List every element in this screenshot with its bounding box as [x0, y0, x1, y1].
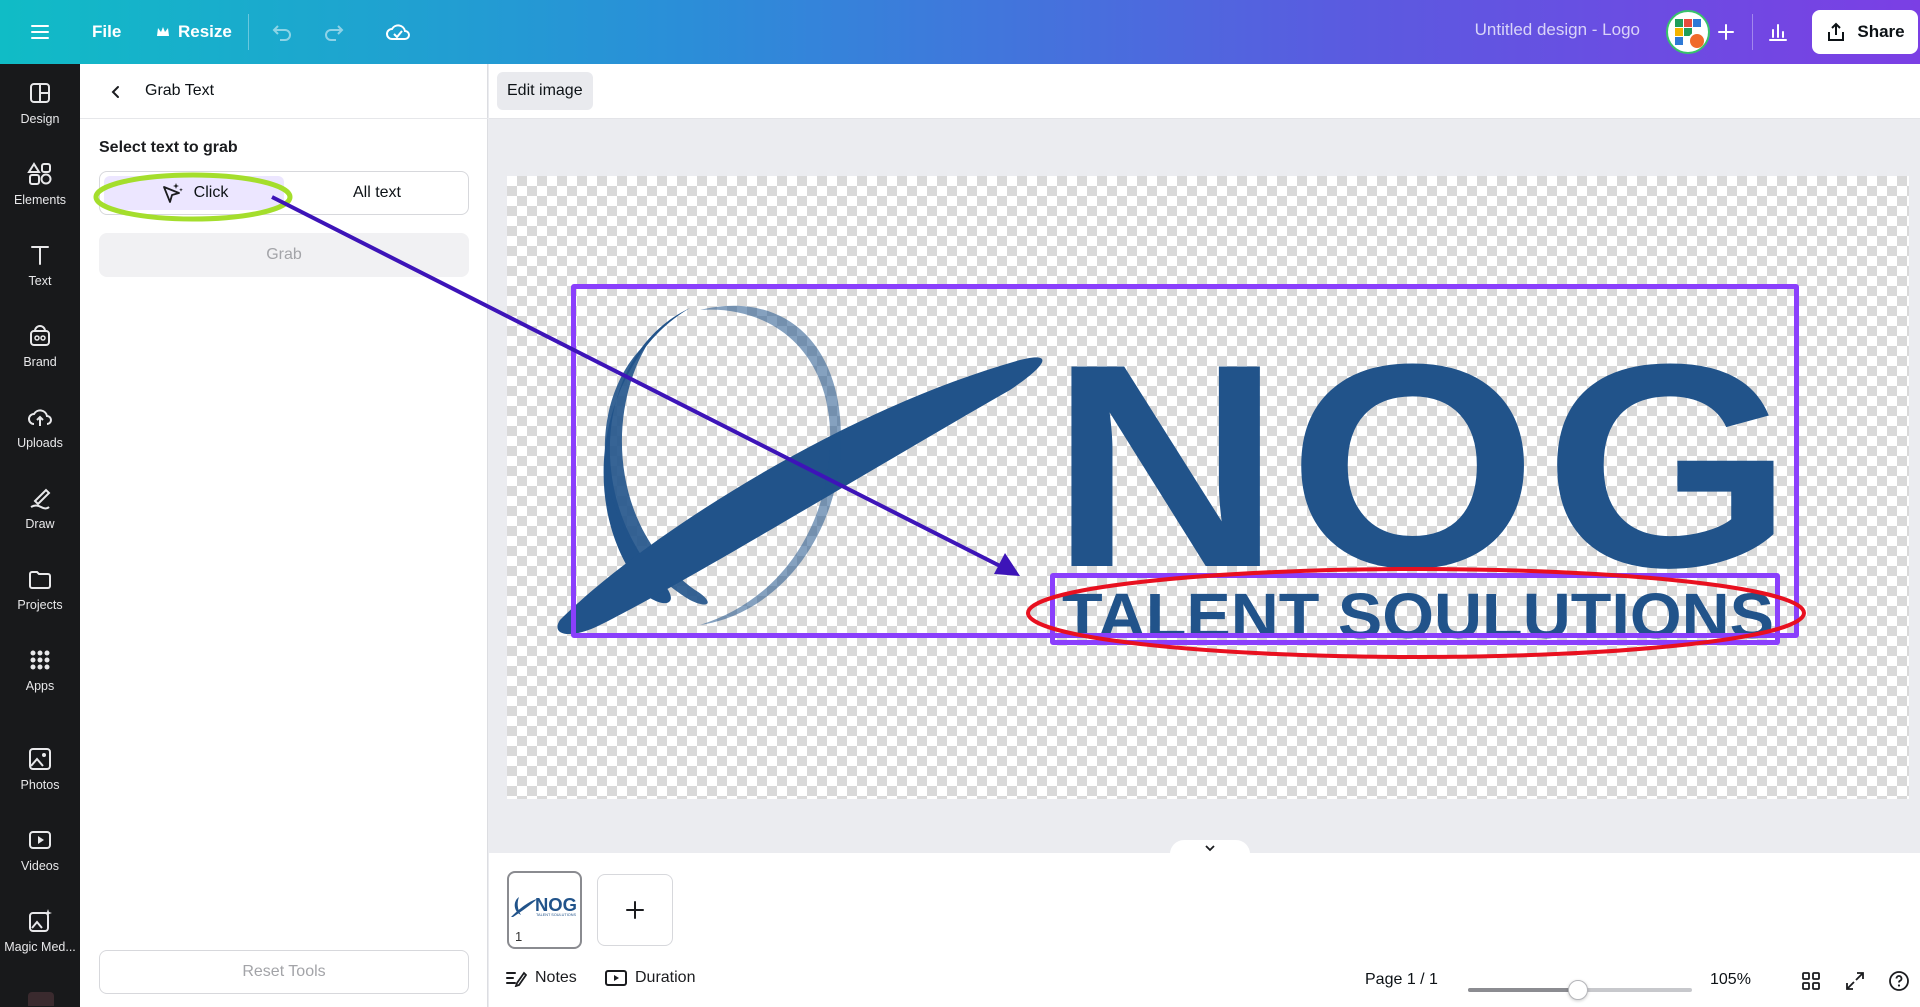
- share-icon: [1828, 22, 1845, 41]
- text-selection-box: [1050, 573, 1780, 645]
- insights-icon: [1769, 24, 1787, 41]
- mode-click-option[interactable]: Click: [104, 176, 284, 210]
- elements-icon: [27, 162, 52, 185]
- mode-all-text-option[interactable]: All text: [288, 176, 466, 210]
- rail-item-magic-media[interactable]: Magic Med...: [0, 896, 80, 966]
- draw-icon: [30, 488, 51, 510]
- grab-mode-selector: Click All text: [99, 171, 469, 215]
- cloud-save-icon: [386, 24, 410, 40]
- page-number: 1: [515, 929, 523, 944]
- zoom-slider[interactable]: [1468, 980, 1692, 1000]
- svg-text:TALENT SOULUTIONS: TALENT SOULUTIONS: [536, 912, 576, 917]
- crown-icon: [157, 27, 169, 36]
- page-strip: [489, 853, 1920, 953]
- brand-icon: [30, 325, 50, 346]
- page-thumbnail[interactable]: NOG TALENT SOULUTIONS 1: [507, 871, 582, 949]
- chevron-left-icon: [111, 86, 119, 98]
- undo-icon: [272, 25, 291, 41]
- videos-icon: [29, 831, 51, 849]
- plus-icon: [626, 901, 644, 919]
- design-icon: [30, 83, 50, 103]
- rail-item-videos[interactable]: Videos: [0, 815, 80, 885]
- magic-cursor-icon: [162, 183, 183, 203]
- play-icon: [605, 970, 627, 986]
- help-button[interactable]: [1884, 966, 1914, 996]
- rail-item-text[interactable]: Text: [0, 230, 80, 300]
- page-indicator[interactable]: Page 1 / 1: [1365, 971, 1438, 989]
- toolbar-divider: [1752, 14, 1753, 50]
- main-menu-button[interactable]: [20, 12, 60, 52]
- grab-button[interactable]: Grab: [99, 233, 469, 277]
- avatar-status-badge: [1688, 32, 1706, 50]
- rail-app-icon[interactable]: [28, 992, 54, 1006]
- rail-item-photos[interactable]: Photos: [0, 734, 80, 804]
- rail-item-design[interactable]: Design: [0, 68, 80, 138]
- menu-icon: [31, 25, 49, 39]
- resize-button[interactable]: Resize: [146, 12, 242, 52]
- select-text-label: Select text to grab: [99, 139, 238, 156]
- panel-title: Grab Text: [145, 82, 215, 99]
- duration-button[interactable]: Duration: [605, 969, 695, 987]
- grid-view-icon: [1802, 972, 1820, 990]
- projects-icon: [29, 571, 51, 589]
- text-icon: [31, 246, 49, 265]
- rail-item-brand[interactable]: Brand: [0, 311, 80, 381]
- redo-button[interactable]: [314, 12, 354, 52]
- avatar[interactable]: [1666, 10, 1710, 54]
- apps-icon: [30, 650, 50, 670]
- collapse-pages-button[interactable]: [1170, 840, 1250, 856]
- chevron-down-icon: [1205, 845, 1215, 852]
- thumbnail-logo: NOG TALENT SOULUTIONS: [511, 895, 577, 917]
- zoom-level[interactable]: 105%: [1710, 971, 1751, 989]
- help-icon: [1889, 971, 1909, 991]
- fullscreen-button[interactable]: [1840, 966, 1870, 996]
- notes-button[interactable]: Notes: [505, 969, 577, 987]
- notes-icon: [506, 971, 527, 987]
- redo-icon: [325, 25, 344, 41]
- photos-icon: [29, 748, 51, 770]
- document-title[interactable]: Untitled design - Logo: [1440, 20, 1640, 40]
- save-status-button[interactable]: [378, 12, 418, 52]
- insights-button[interactable]: [1758, 12, 1798, 52]
- uploads-icon: [28, 409, 52, 426]
- grab-text-panel: Grab Text Select text to grab Click All …: [80, 64, 488, 1007]
- grid-view-button[interactable]: [1796, 966, 1826, 996]
- rail-item-draw[interactable]: Draw: [0, 473, 80, 543]
- fullscreen-icon: [1846, 972, 1864, 990]
- rail-item-uploads[interactable]: Uploads: [0, 392, 80, 462]
- magic-media-icon: [29, 909, 52, 932]
- rail-item-apps[interactable]: Apps: [0, 635, 80, 705]
- zoom-slider-fill: [1468, 988, 1578, 992]
- undo-button[interactable]: [262, 12, 302, 52]
- share-button[interactable]: Share: [1812, 10, 1918, 54]
- top-bar: File Resize Untitled design - Logo Share: [0, 0, 1920, 64]
- toolbar-divider: [248, 14, 249, 50]
- file-menu-button[interactable]: File: [82, 12, 131, 52]
- plus-icon: [1718, 24, 1734, 40]
- footer-bar: Notes Duration Page 1 / 1: [489, 953, 1920, 1007]
- edit-image-button[interactable]: Edit image: [497, 72, 593, 110]
- invite-button[interactable]: [1706, 12, 1746, 52]
- reset-tools-button[interactable]: Reset Tools: [99, 950, 469, 994]
- rail-item-projects[interactable]: Projects: [0, 554, 80, 624]
- back-button[interactable]: [100, 76, 132, 108]
- left-navigation-rail: Design Elements Text Brand Uploads Draw …: [0, 64, 80, 1007]
- zoom-slider-handle[interactable]: [1567, 980, 1588, 1000]
- rail-item-elements[interactable]: Elements: [0, 149, 80, 219]
- context-toolbar: Edit image: [489, 64, 1920, 119]
- add-page-button[interactable]: [597, 874, 673, 946]
- panel-header: Grab Text: [80, 64, 488, 119]
